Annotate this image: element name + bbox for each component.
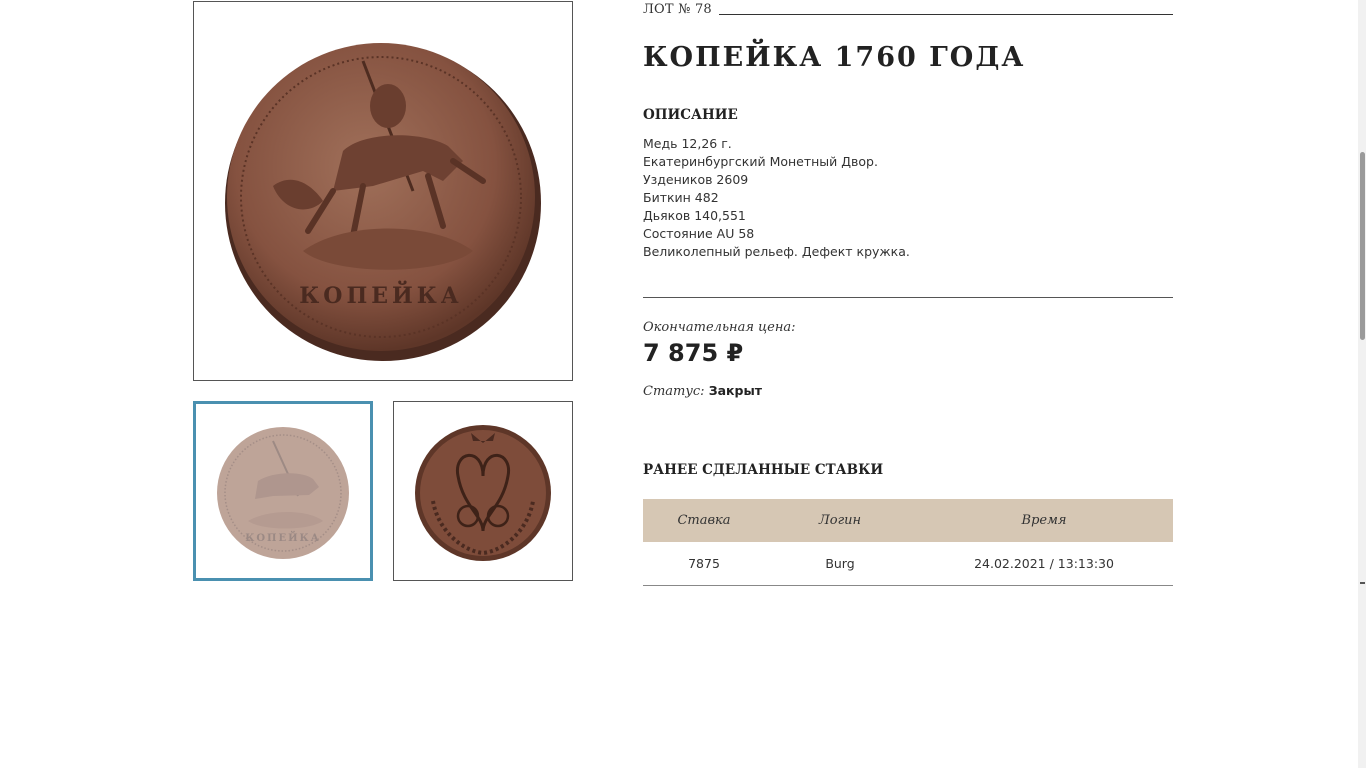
thumbnail-reverse[interactable] xyxy=(393,401,573,581)
scrollbar-marker xyxy=(1360,582,1365,584)
description-line: Медь 12,26 г. xyxy=(643,136,732,151)
table-row: 7875 Burg 24.02.2021 / 13:13:30 xyxy=(643,542,1173,586)
status-label: Статус: xyxy=(643,384,705,399)
main-coin-photo[interactable]: КОПЕЙКА xyxy=(193,1,573,381)
description-list: Медь 12,26 г. Екатеринбургский Монетный … xyxy=(643,135,910,261)
status-value: Закрыт xyxy=(708,383,762,398)
description-line: Состояние AU 58 xyxy=(643,226,755,241)
bid-time-cell: 24.02.2021 / 13:13:30 xyxy=(915,542,1173,586)
lot-divider-line xyxy=(719,14,1173,15)
lot-status: Статус: Закрыт xyxy=(643,383,762,399)
description-line: Великолепный рельеф. Дефект кружка. xyxy=(643,244,910,259)
lot-title: КОПЕЙКА 1760 ГОДА xyxy=(643,42,1026,73)
column-header-time: Время xyxy=(915,499,1173,542)
bid-amount-cell: 7875 xyxy=(643,542,765,586)
bids-table-header-row: Ставка Логин Время xyxy=(643,499,1173,542)
lot-number: ЛОТ № 78 xyxy=(643,2,712,17)
thumbnail-obverse[interactable]: КОПЕЙКА xyxy=(193,401,373,581)
bids-heading: РАНЕЕ СДЕЛАННЫЕ СТАВКИ xyxy=(643,462,884,478)
bids-table: Ставка Логин Время 7875 Burg 24.02.2021 … xyxy=(643,499,1173,586)
description-line: Биткин 482 xyxy=(643,190,719,205)
column-header-login: Логин xyxy=(765,499,915,542)
final-price-value: 7 875 ₽ xyxy=(643,339,744,367)
scrollbar-thumb[interactable] xyxy=(1360,152,1365,340)
final-price-label: Окончательная цена: xyxy=(643,320,796,335)
section-divider xyxy=(643,297,1173,298)
svg-text:КОПЕЙКА: КОПЕЙКА xyxy=(299,280,462,309)
page-scrollbar[interactable] xyxy=(1358,0,1366,768)
description-line: Екатеринбургский Монетный Двор. xyxy=(643,154,878,169)
coin-reverse-thumbnail xyxy=(415,425,551,561)
lot-number-row: ЛОТ № 78 xyxy=(643,2,1173,22)
svg-text:КОПЕЙКА: КОПЕЙКА xyxy=(245,531,321,544)
description-line: Уздеников 2609 xyxy=(643,172,749,187)
coin-obverse-thumbnail: КОПЕЙКА xyxy=(217,427,349,559)
column-header-bid: Ставка xyxy=(643,499,765,542)
description-heading: ОПИСАНИЕ xyxy=(643,107,738,123)
bid-login-cell: Burg xyxy=(765,542,915,586)
coin-obverse-image: КОПЕЙКА xyxy=(225,43,541,361)
description-line: Дьяков 140,551 xyxy=(643,208,746,223)
